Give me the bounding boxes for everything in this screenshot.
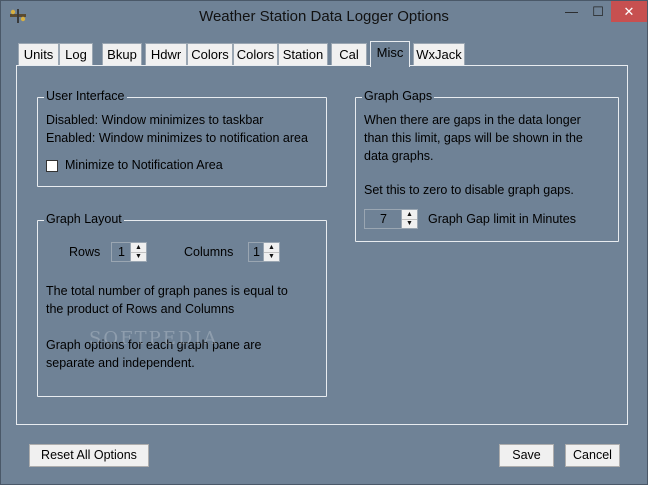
tab-misc[interactable]: Misc (370, 41, 410, 67)
layout-desc-line1: The total number of graph panes is equal… (46, 284, 288, 298)
columns-spinner[interactable]: 1 ▲ ▼ (248, 242, 280, 262)
columns-label: Columns (184, 245, 234, 259)
tab-units[interactable]: Units (18, 43, 59, 65)
gaps-desc-line4: Set this to zero to disable graph gaps. (364, 183, 574, 197)
tab-bkup[interactable]: Bkup (102, 43, 142, 65)
ui-disabled-text: Disabled: Window minimizes to taskbar (46, 113, 264, 127)
user-interface-title: User Interface (44, 89, 127, 103)
gap-limit-label: Graph Gap limit in Minutes (428, 212, 576, 226)
minimize-button[interactable]: — (558, 1, 585, 22)
tab-cal[interactable]: Cal (331, 43, 367, 65)
tab-hdwr[interactable]: Hdwr (145, 43, 187, 65)
window-title: Weather Station Data Logger Options (199, 8, 449, 25)
gaps-desc-line3: data graphs. (364, 149, 434, 163)
gap-limit-down-icon[interactable]: ▼ (402, 219, 417, 228)
save-button[interactable]: Save (499, 444, 554, 467)
rows-label: Rows (69, 245, 101, 259)
tab-wxjack[interactable]: WxJack (413, 43, 465, 65)
user-interface-group: User Interface Disabled: Window minimize… (37, 89, 327, 187)
ui-enabled-text: Enabled: Window minimizes to notificatio… (46, 131, 308, 145)
close-button[interactable]: ✕ (611, 1, 647, 22)
graph-layout-title: Graph Layout (44, 212, 124, 226)
graph-gaps-group: Graph Gaps When there are gaps in the da… (355, 89, 619, 242)
graph-layout-group: Graph Layout Rows 1 ▲ ▼ Columns 1 ▲ ▼ Th… (37, 212, 327, 397)
layout-desc-line4: separate and independent. (46, 356, 195, 370)
graph-gaps-title: Graph Gaps (362, 89, 435, 103)
misc-tab-panel: User Interface Disabled: Window minimize… (16, 65, 628, 425)
reset-all-options-button[interactable]: Reset All Options (29, 444, 149, 467)
tab-colors-1[interactable]: Colors (187, 43, 233, 65)
softpedia-watermark: SOFTPEDIA (89, 328, 219, 349)
gap-limit-spinner[interactable]: 7 ▲ ▼ (364, 209, 418, 229)
rows-spinner[interactable]: 1 ▲ ▼ (111, 242, 147, 262)
columns-down-icon[interactable]: ▼ (264, 252, 279, 261)
gaps-desc-line2: than this limit, gaps will be shown in t… (364, 131, 583, 145)
columns-value[interactable]: 1 (253, 245, 260, 259)
minimize-to-tray-label[interactable]: Minimize to Notification Area (65, 158, 223, 172)
tab-log[interactable]: Log (59, 43, 93, 65)
gap-limit-value[interactable]: 7 (380, 212, 387, 226)
rows-value[interactable]: 1 (118, 245, 125, 259)
rows-down-icon[interactable]: ▼ (131, 252, 146, 261)
options-window: Weather Station Data Logger Options — ☐ … (0, 0, 648, 485)
tab-station[interactable]: Station (278, 43, 328, 65)
gaps-desc-line1: When there are gaps in the data longer (364, 113, 581, 127)
title-bar[interactable]: Weather Station Data Logger Options — ☐ … (1, 1, 647, 32)
cancel-button[interactable]: Cancel (565, 444, 620, 467)
layout-desc-line2: the product of Rows and Columns (46, 302, 235, 316)
maximize-button[interactable]: ☐ (585, 1, 611, 22)
tab-colors-2[interactable]: Colors (233, 43, 278, 65)
minimize-to-tray-checkbox[interactable] (46, 160, 58, 172)
